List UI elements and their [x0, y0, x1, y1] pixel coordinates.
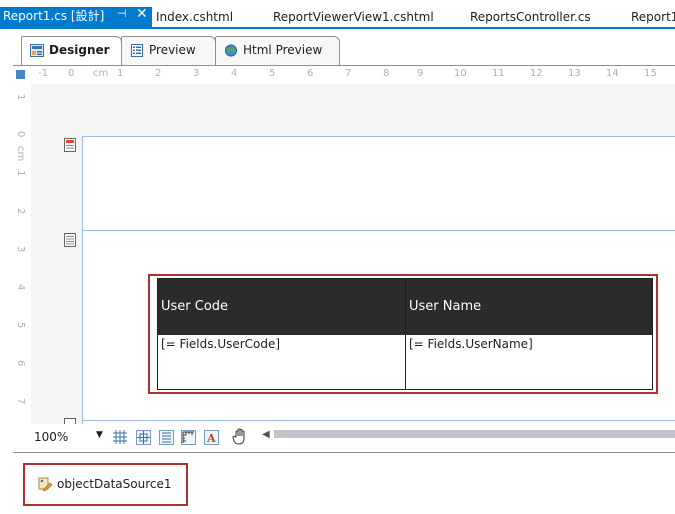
tab-html-preview[interactable]: Html Preview — [215, 36, 340, 65]
tab-designer-label: Designer — [49, 43, 110, 57]
ruler-label: 1 — [15, 94, 26, 101]
preview-icon — [131, 44, 143, 57]
report-explorer-icon[interactable] — [159, 430, 174, 445]
ruler-label: 4 — [15, 284, 26, 291]
object-data-source-label[interactable]: objectDataSource1 — [57, 477, 171, 491]
ruler-label: 3 — [15, 246, 26, 253]
scroll-left-icon[interactable]: ◀ — [262, 429, 270, 440]
ruler-corner-button[interactable] — [16, 70, 25, 79]
ruler-label: 15 — [644, 68, 657, 79]
globe-icon — [224, 44, 238, 57]
ruler-label: 5 — [269, 68, 276, 79]
detail-band-icon[interactable] — [64, 233, 76, 247]
ruler-label: 13 — [568, 68, 581, 79]
designer-icon — [30, 44, 44, 57]
ruler-label: 5 — [15, 322, 26, 329]
snap-icon[interactable] — [136, 430, 151, 445]
vertical-ruler: 1 0 cm 1 2 3 4 5 6 7 — [13, 84, 31, 424]
document-tab-report1-designer[interactable]: Report1.cs [設計] ⊣ ✕ — [0, 6, 152, 27]
table-header-user-code[interactable]: User Code — [158, 279, 406, 335]
grid-icon[interactable] — [113, 430, 127, 444]
ruler-label: 1 — [117, 68, 124, 79]
ruler-label: 2 — [15, 208, 26, 215]
table-header-user-name[interactable]: User Name — [406, 279, 652, 335]
page-header-border — [82, 136, 675, 137]
hand-icon[interactable] — [232, 428, 248, 445]
ruler-label: cm — [15, 146, 26, 162]
ruler-label: 3 — [193, 68, 200, 79]
chevron-down-icon[interactable]: ▼ — [96, 430, 103, 440]
page-header-icon[interactable] — [64, 138, 76, 152]
ruler-label: -1 — [38, 68, 48, 79]
horizontal-ruler: -1 0 cm 1 2 3 4 5 6 7 8 9 10 11 12 13 14… — [13, 66, 675, 84]
ruler-label: 9 — [417, 68, 424, 79]
data-source-icon — [38, 477, 52, 491]
tab-designer[interactable]: Designer — [21, 36, 122, 65]
font-icon[interactable]: A — [204, 430, 219, 445]
left-margin — [0, 29, 13, 513]
tab-preview[interactable]: Preview — [121, 36, 216, 65]
ruler-label: 8 — [383, 68, 390, 79]
table-column-separator — [405, 279, 406, 390]
document-tab-index[interactable]: Index.cshtml — [156, 7, 233, 27]
ruler-label: 0 — [15, 131, 26, 138]
ruler-label: cm — [93, 68, 109, 79]
document-tab-reportviewerview1[interactable]: ReportViewerView1.cshtml — [273, 7, 434, 27]
table-cell-user-name[interactable]: [= Fields.UserName] — [406, 335, 652, 390]
svg-text:A: A — [206, 432, 216, 444]
tab-preview-label: Preview — [149, 43, 196, 57]
pin-icon[interactable]: ⊣ — [117, 7, 127, 20]
ruler-label: 10 — [454, 68, 467, 79]
report-table[interactable]: User Code User Name [= Fields.UserCode] … — [157, 278, 653, 390]
tab-html-preview-label: Html Preview — [243, 43, 323, 57]
ruler-label: 7 — [15, 398, 26, 405]
ruler-label: 1 — [15, 170, 26, 177]
close-icon[interactable]: ✕ — [136, 6, 148, 22]
ruler-label: 2 — [155, 68, 162, 79]
footer-band-border — [82, 420, 675, 421]
horizontal-scrollbar[interactable] — [274, 430, 675, 438]
document-tab-underline — [0, 27, 675, 29]
ruler-label: 0 — [68, 68, 75, 79]
table-cell-user-code[interactable]: [= Fields.UserCode] — [158, 335, 405, 390]
ruler-label: 6 — [307, 68, 314, 79]
ruler-icon[interactable] — [181, 430, 196, 445]
document-tab-report1[interactable]: Report1 — [631, 7, 675, 27]
detail-band-border — [82, 230, 675, 231]
ruler-label: 12 — [530, 68, 543, 79]
document-tab-label: Report1.cs [設計] — [3, 9, 105, 23]
document-tab-reportscontroller[interactable]: ReportsController.cs — [470, 7, 591, 27]
ruler-label: 7 — [345, 68, 352, 79]
ruler-label: 6 — [15, 360, 26, 367]
ruler-label: 11 — [492, 68, 505, 79]
ruler-label: 4 — [231, 68, 238, 79]
ruler-label: 14 — [606, 68, 619, 79]
